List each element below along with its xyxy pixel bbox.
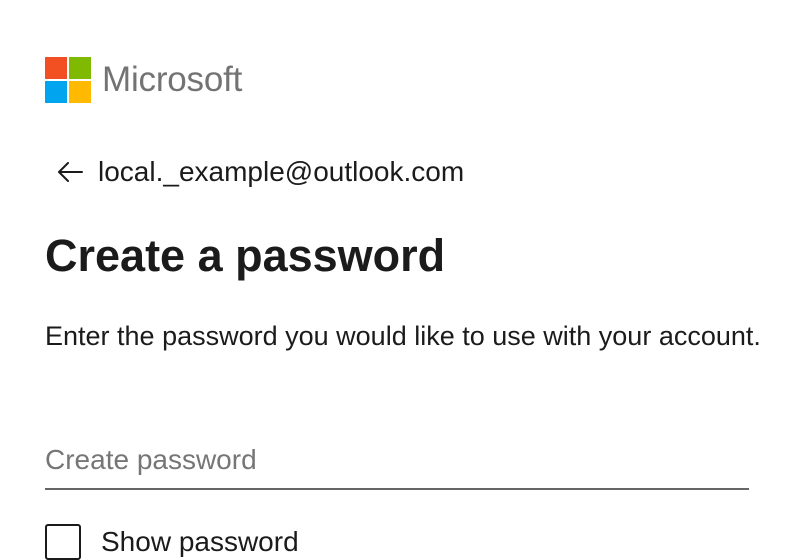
show-password-row: Show password — [45, 522, 299, 560]
signup-page: Microsoft local._example@outlook.com Cre… — [0, 0, 808, 560]
brand-name: Microsoft — [102, 60, 243, 99]
page-title: Create a password — [45, 230, 446, 281]
page-description: Enter the password you would like to use… — [45, 321, 761, 351]
show-password-label[interactable]: Show password — [101, 526, 299, 558]
show-password-checkbox[interactable] — [45, 524, 81, 560]
logo-square-green — [69, 57, 91, 79]
create-password-input[interactable] — [45, 432, 749, 490]
identity-banner: local._example@outlook.com — [56, 152, 464, 192]
logo-square-yellow — [69, 81, 91, 103]
arrow-left-icon — [58, 162, 83, 182]
logo-square-blue — [45, 81, 67, 103]
microsoft-logo: Microsoft — [45, 57, 242, 103]
back-button[interactable] — [56, 158, 84, 186]
microsoft-logo-icon — [45, 57, 91, 103]
logo-square-red — [45, 57, 67, 79]
identity-email: local._example@outlook.com — [98, 156, 465, 187]
